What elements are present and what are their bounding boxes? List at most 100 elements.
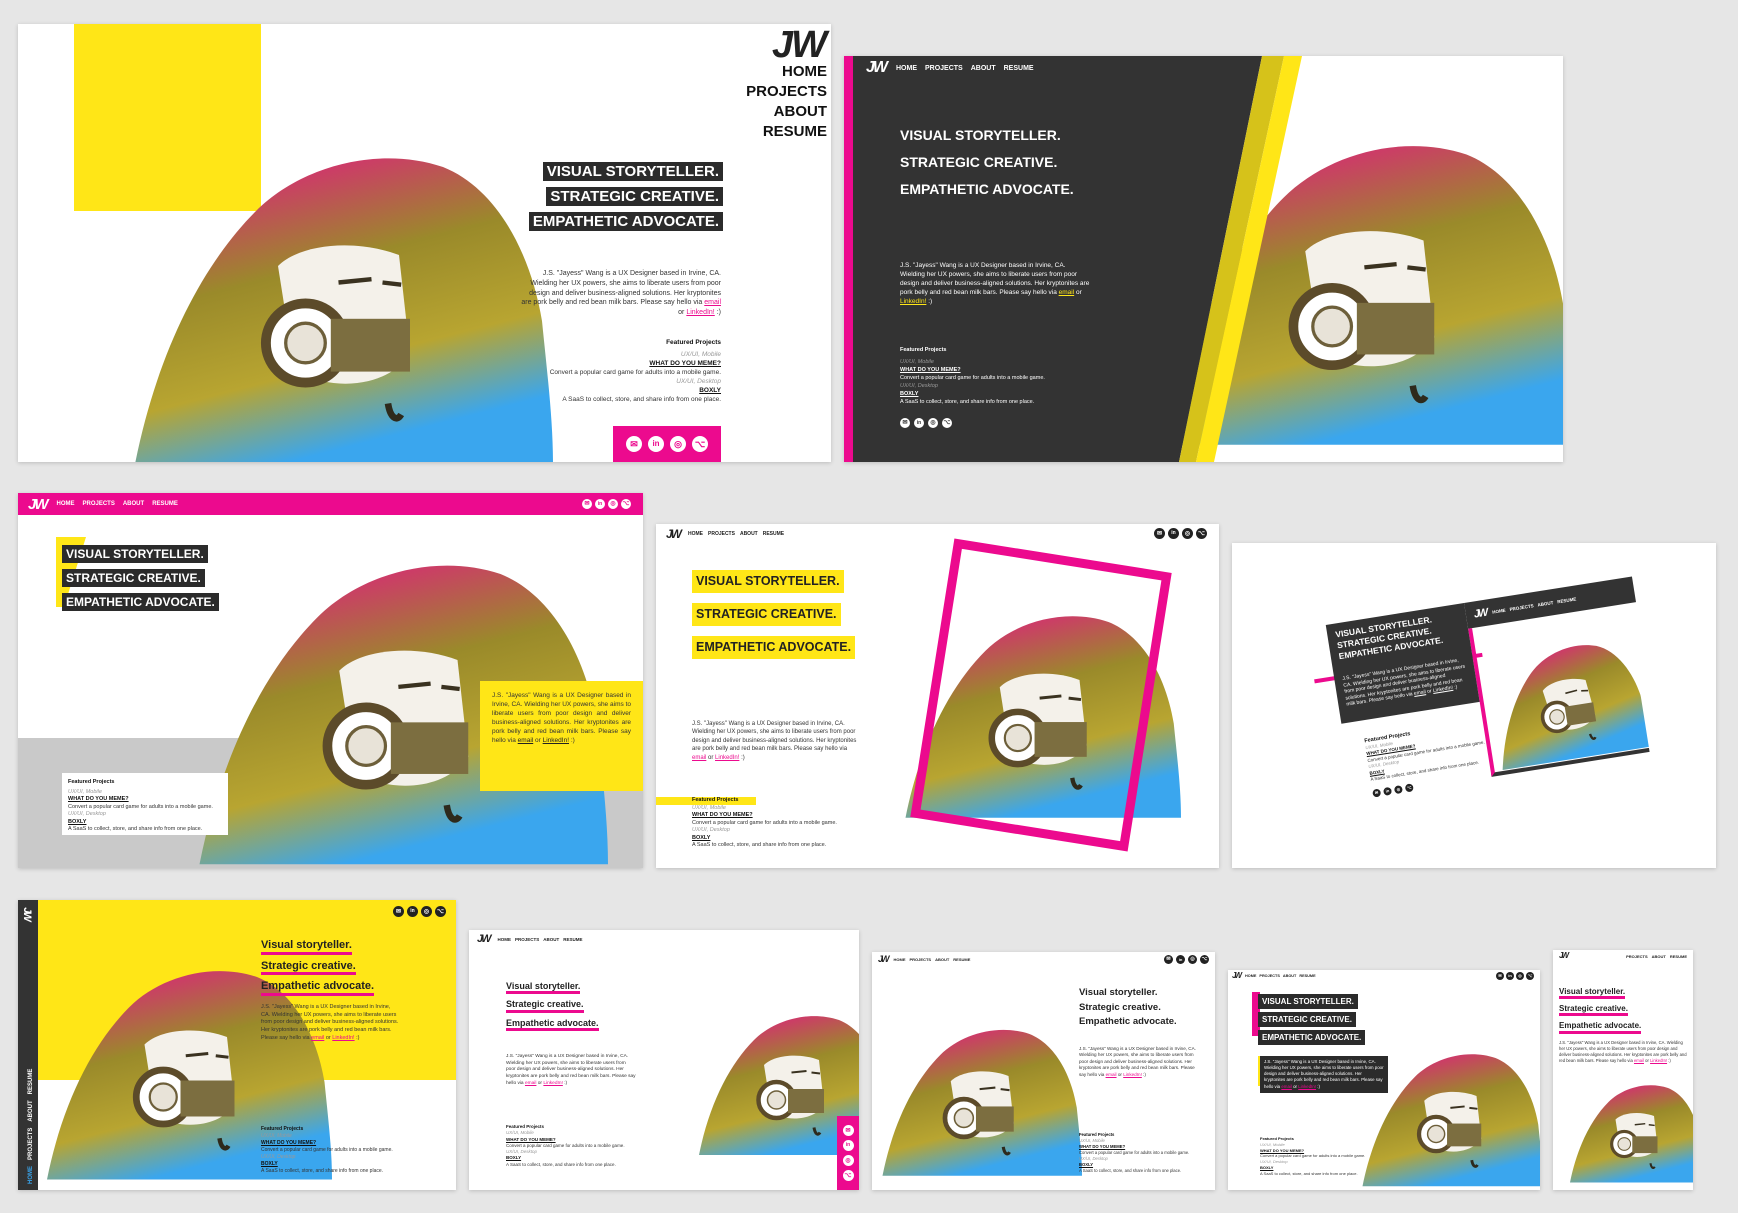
project-1-link[interactable]: WHAT DO YOU MEME? xyxy=(68,796,222,804)
logo[interactable]: JW xyxy=(28,497,48,512)
nav-home[interactable]: HOME xyxy=(1492,607,1506,614)
nav-resume[interactable]: RESUME xyxy=(28,1069,34,1095)
nav-projects[interactable]: PROJECTS xyxy=(1259,974,1279,978)
email-link[interactable]: email xyxy=(1106,1072,1117,1077)
nav-about[interactable]: ABOUT xyxy=(971,65,996,72)
email-link[interactable]: email xyxy=(1414,689,1427,697)
nav-home[interactable]: HOME xyxy=(746,62,827,82)
email-icon[interactable]: ✉ xyxy=(1372,787,1382,798)
linkedin-icon[interactable]: in xyxy=(1506,972,1514,980)
github-icon[interactable]: ⌥ xyxy=(692,436,708,452)
nav-projects[interactable]: PROJECTS xyxy=(28,1128,34,1160)
github-icon[interactable]: ⌥ xyxy=(435,906,446,917)
instagram-icon[interactable]: ◎ xyxy=(1188,955,1197,964)
nav-about[interactable]: ABOUT xyxy=(28,1100,34,1121)
logo[interactable]: JW xyxy=(1559,952,1569,960)
linkedin-link[interactable]: LinkedIn! xyxy=(686,309,714,316)
email-icon[interactable]: ✉ xyxy=(1496,972,1504,980)
logo[interactable]: JW xyxy=(1232,972,1242,980)
instagram-icon[interactable]: ◎ xyxy=(842,1155,854,1166)
instagram-icon[interactable]: ◎ xyxy=(1516,972,1524,980)
nav-resume[interactable]: RESUME xyxy=(563,937,582,942)
email-icon[interactable]: ✉ xyxy=(582,499,592,509)
instagram-icon[interactable]: ◎ xyxy=(608,499,618,509)
email-icon[interactable]: ✉ xyxy=(393,906,404,917)
nav-home[interactable]: HOME xyxy=(28,1166,34,1184)
github-icon[interactable]: ⌥ xyxy=(1404,782,1414,792)
email-link[interactable]: email xyxy=(1059,289,1075,296)
nav-home[interactable]: HOME xyxy=(57,501,75,507)
nav-resume[interactable]: RESUME xyxy=(953,957,970,962)
linkedin-icon[interactable]: in xyxy=(914,418,924,428)
github-icon[interactable]: ⌥ xyxy=(1200,955,1209,964)
logo[interactable]: JW xyxy=(477,934,491,945)
nav-home[interactable]: HOME xyxy=(894,957,906,962)
linkedin-link[interactable]: LinkedIn! xyxy=(900,298,926,305)
email-link[interactable]: email xyxy=(692,755,706,761)
nav-about[interactable]: ABOUT xyxy=(1537,600,1554,607)
linkedin-link[interactable]: LinkedIn! xyxy=(543,737,569,744)
project-1-link[interactable]: WHAT DO YOU MEME? xyxy=(900,366,1100,374)
nav-resume[interactable]: RESUME xyxy=(152,501,178,507)
nav-resume[interactable]: RESUME xyxy=(1004,65,1034,72)
email-icon[interactable]: ✉ xyxy=(626,436,642,452)
nav-projects[interactable]: PROJECTS xyxy=(1509,603,1534,612)
nav-home[interactable]: HOME xyxy=(688,531,703,537)
logo[interactable]: JW xyxy=(878,955,889,964)
nav-projects[interactable]: PROJECTS xyxy=(925,65,963,72)
instagram-icon[interactable]: ◎ xyxy=(1182,528,1193,539)
project-1-link[interactable]: WHAT DO YOU MEME? xyxy=(491,359,721,368)
email-link[interactable]: email xyxy=(1634,1058,1644,1063)
instagram-icon[interactable]: ◎ xyxy=(1393,784,1403,794)
linkedin-icon[interactable]: in xyxy=(1382,786,1393,796)
nav-home[interactable]: HOME xyxy=(1245,974,1256,978)
project-2-link[interactable]: BOXLY xyxy=(900,390,1100,398)
linkedin-link[interactable]: LinkedIn! xyxy=(1123,1072,1142,1077)
linkedin-icon[interactable]: in xyxy=(842,1140,854,1151)
linkedin-icon[interactable]: in xyxy=(407,906,418,917)
github-icon[interactable]: ⌥ xyxy=(942,418,952,428)
instagram-icon[interactable]: ◎ xyxy=(928,418,938,428)
github-icon[interactable]: ⌥ xyxy=(1526,972,1534,980)
linkedin-icon[interactable]: in xyxy=(648,436,664,452)
linkedin-link[interactable]: LinkedIn! xyxy=(543,1081,562,1086)
nav-about[interactable]: ABOUT xyxy=(746,102,827,122)
email-icon[interactable]: ✉ xyxy=(1154,528,1165,539)
nav-about[interactable]: ABOUT xyxy=(1652,954,1666,959)
project-2-link[interactable]: BOXLY xyxy=(261,1161,421,1168)
github-icon[interactable]: ⌥ xyxy=(621,499,631,509)
email-link[interactable]: email xyxy=(704,299,721,306)
nav-projects[interactable]: PROJECTS xyxy=(83,501,115,507)
logo[interactable]: JW xyxy=(1473,606,1487,620)
linkedin-link[interactable]: LinkedIn! xyxy=(715,755,739,761)
nav-resume[interactable]: RESUME xyxy=(763,531,784,537)
logo[interactable]: JW xyxy=(772,26,827,64)
project-2-link[interactable]: BOXLY xyxy=(491,386,721,395)
github-icon[interactable]: ⌥ xyxy=(842,1170,854,1181)
logo[interactable]: JW xyxy=(666,528,682,540)
nav-about[interactable]: ABOUT xyxy=(740,531,758,537)
email-link[interactable]: email xyxy=(1281,1084,1292,1089)
linkedin-icon[interactable]: in xyxy=(1168,528,1179,539)
nav-home[interactable]: HOME xyxy=(498,937,512,942)
nav-projects[interactable]: PROJECTS xyxy=(1626,954,1648,959)
nav-projects[interactable]: PROJECTS xyxy=(515,937,539,942)
nav-about[interactable]: ABOUT xyxy=(1283,974,1297,978)
project-1-link[interactable]: WHAT DO YOU MEME? xyxy=(692,812,856,820)
email-icon[interactable]: ✉ xyxy=(842,1125,854,1136)
linkedin-icon[interactable]: in xyxy=(1176,955,1185,964)
project-1-link[interactable]: WHAT DO YOU MEME? xyxy=(261,1140,421,1147)
nav-resume[interactable]: RESUME xyxy=(1557,596,1577,604)
email-link[interactable]: email xyxy=(518,737,534,744)
nav-about[interactable]: ABOUT xyxy=(123,501,144,507)
nav-resume[interactable]: RESUME xyxy=(1299,974,1315,978)
nav-projects[interactable]: PROJECTS xyxy=(910,957,932,962)
nav-about[interactable]: ABOUT xyxy=(935,957,949,962)
linkedin-icon[interactable]: in xyxy=(595,499,605,509)
email-link[interactable]: email xyxy=(311,1035,324,1041)
nav-home[interactable]: HOME xyxy=(896,65,917,72)
logo[interactable]: JW xyxy=(21,907,33,920)
instagram-icon[interactable]: ◎ xyxy=(670,436,686,452)
project-2-link[interactable]: BOXLY xyxy=(68,819,222,827)
linkedin-link[interactable]: LinkedIn! xyxy=(1650,1058,1667,1063)
